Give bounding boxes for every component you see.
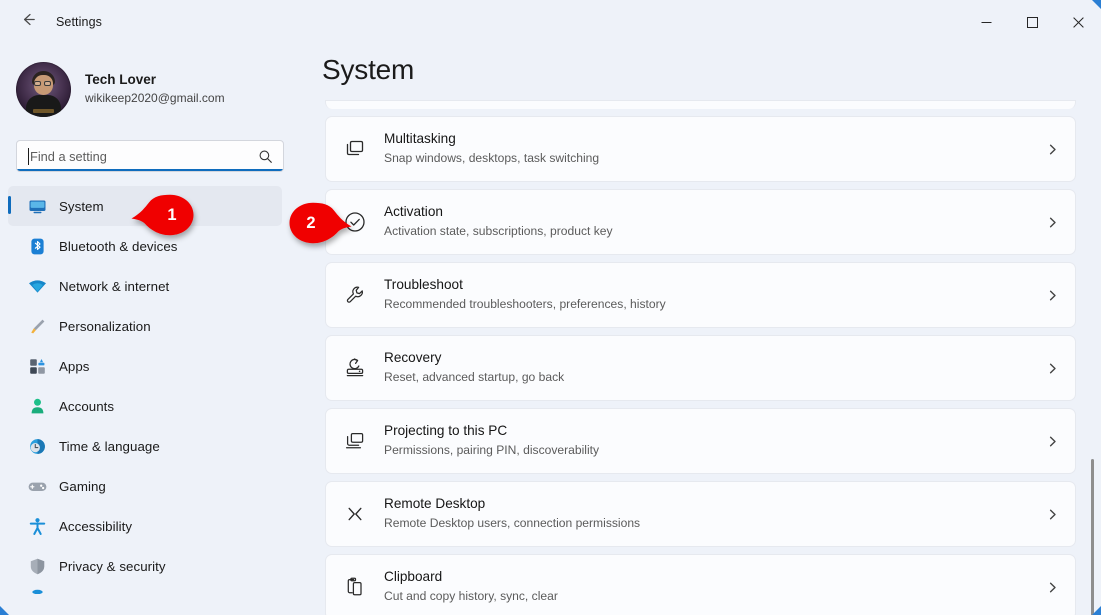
search-icon[interactable] — [258, 149, 273, 169]
scrollbar-track[interactable] — [1088, 94, 1098, 615]
card-title: Remote Desktop — [384, 496, 486, 512]
card-title: Clipboard — [384, 569, 443, 585]
settings-card-list: Multitasking Snap windows, desktops, tas… — [320, 100, 1101, 615]
card-projecting-to-this-pc[interactable]: Projecting to this PC Permissions, pairi… — [325, 408, 1076, 474]
gamepad-icon — [22, 477, 52, 496]
search-container — [16, 140, 284, 172]
chevron-right-icon — [1029, 508, 1075, 521]
chevron-right-icon — [1029, 581, 1075, 594]
monitor-icon — [22, 197, 52, 216]
profile-name: Tech Lover — [85, 72, 157, 88]
window-controls — [963, 0, 1101, 44]
minimize-icon — [981, 17, 992, 28]
card-activation[interactable]: Activation Activation state, subscriptio… — [325, 189, 1076, 255]
sidebar-item-accessibility[interactable]: Accessibility — [8, 506, 282, 546]
card-troubleshoot[interactable]: Troubleshoot Recommended troubleshooters… — [325, 262, 1076, 328]
sidebar-item-label: Time & language — [59, 438, 160, 454]
back-arrow-icon — [20, 11, 37, 33]
search-box[interactable] — [16, 140, 284, 172]
sidebar-item-accounts[interactable]: Accounts — [8, 386, 282, 426]
clock-globe-icon — [22, 437, 52, 456]
wrench-icon — [326, 283, 384, 307]
maximize-button[interactable] — [1009, 0, 1055, 44]
wifi-icon — [22, 277, 52, 296]
sidebar-item-label: System — [59, 198, 104, 214]
sidebar-item-partial-next[interactable] — [8, 586, 282, 604]
card-subtitle: Recommended troubleshooters, preferences… — [384, 297, 666, 312]
remote-desktop-arrows-icon — [326, 502, 384, 526]
bluetooth-icon — [22, 237, 52, 256]
minimize-button[interactable] — [963, 0, 1009, 44]
window-title: Settings — [56, 15, 102, 29]
search-focus-underline — [17, 169, 283, 171]
avatar — [16, 62, 71, 117]
sidebar-item-label: Bluetooth & devices — [59, 238, 178, 254]
sidebar-item-bluetooth-devices[interactable]: Bluetooth & devices — [8, 226, 282, 266]
sidebar-item-system[interactable]: System — [8, 186, 282, 226]
card-subtitle: Activation state, subscriptions, product… — [384, 224, 613, 239]
paintbrush-icon — [22, 317, 52, 336]
card-subtitle: Permissions, pairing PIN, discoverabilit… — [384, 443, 600, 458]
sidebar: Tech Lover wikikeep2020@gmail.com Find a… — [0, 44, 320, 615]
sidebar-item-privacy-security[interactable]: Privacy & security — [8, 546, 282, 586]
overlapping-windows-icon — [326, 137, 384, 161]
card-title: Troubleshoot — [384, 277, 463, 293]
close-icon — [1072, 16, 1084, 28]
checkmark-circle-icon — [326, 210, 384, 234]
person-icon — [22, 397, 52, 416]
recovery-arrow-icon — [326, 356, 384, 380]
card-recovery[interactable]: Recovery Reset, advanced startup, go bac… — [325, 335, 1076, 401]
back-button[interactable] — [8, 6, 48, 38]
card-title: Recovery — [384, 350, 442, 366]
card-remote-desktop[interactable]: Remote Desktop Remote Desktop users, con… — [325, 481, 1076, 547]
chevron-right-icon — [1029, 143, 1075, 156]
chevron-right-icon — [1029, 289, 1075, 302]
sidebar-item-label: Network & internet — [59, 278, 170, 294]
profile-email: wikikeep2020@gmail.com — [85, 91, 225, 106]
sidebar-item-network-internet[interactable]: Network & internet — [8, 266, 282, 306]
sidebar-item-label: Accounts — [59, 398, 115, 414]
sidebar-item-label: Personalization — [59, 318, 151, 334]
title-bar: Settings — [0, 0, 1101, 44]
card-subtitle: Remote Desktop users, connection permiss… — [384, 516, 641, 531]
sidebar-item-label: Gaming — [59, 478, 106, 494]
close-button[interactable] — [1055, 0, 1101, 44]
card-title: Activation — [384, 204, 443, 220]
card-subtitle: Cut and copy history, sync, clear — [384, 589, 558, 604]
sidebar-nav: System Bluetooth & devices Network & int… — [0, 186, 320, 604]
card-partial-above[interactable] — [325, 100, 1076, 109]
text-caret — [28, 148, 29, 165]
shield-icon — [22, 557, 52, 576]
accessibility-person-icon — [22, 517, 52, 536]
sidebar-item-label: Privacy & security — [59, 558, 166, 574]
chevron-right-icon — [1029, 435, 1075, 448]
card-title: Multitasking — [384, 131, 456, 147]
card-subtitle: Reset, advanced startup, go back — [384, 370, 565, 385]
update-icon — [22, 586, 52, 594]
page-title: System — [322, 54, 415, 85]
scrollbar-thumb[interactable] — [1091, 459, 1094, 615]
card-subtitle: Snap windows, desktops, task switching — [384, 151, 600, 166]
card-clipboard[interactable]: Clipboard Cut and copy history, sync, cl… — [325, 554, 1076, 615]
settings-window: Settings Tech Lover wikikeep2020@gmail.c… — [0, 0, 1101, 615]
sidebar-item-time-language[interactable]: Time & language — [8, 426, 282, 466]
maximize-icon — [1026, 16, 1038, 28]
search-input[interactable] — [17, 148, 242, 164]
main-content: System Multitasking Snap windows, deskto… — [320, 44, 1101, 615]
apps-grid-icon — [22, 357, 52, 376]
chevron-right-icon — [1029, 362, 1075, 375]
profile-section[interactable]: Tech Lover wikikeep2020@gmail.com — [0, 44, 320, 122]
chevron-right-icon — [1029, 216, 1075, 229]
card-title: Projecting to this PC — [384, 423, 508, 439]
sidebar-item-label: Apps — [59, 358, 90, 374]
sidebar-item-gaming[interactable]: Gaming — [8, 466, 282, 506]
sidebar-item-apps[interactable]: Apps — [8, 346, 282, 386]
card-multitasking[interactable]: Multitasking Snap windows, desktops, tas… — [325, 116, 1076, 182]
sidebar-item-personalization[interactable]: Personalization — [8, 306, 282, 346]
projecting-screens-icon — [326, 429, 384, 453]
clipboard-icon — [326, 575, 384, 599]
sidebar-item-label: Accessibility — [59, 518, 133, 534]
